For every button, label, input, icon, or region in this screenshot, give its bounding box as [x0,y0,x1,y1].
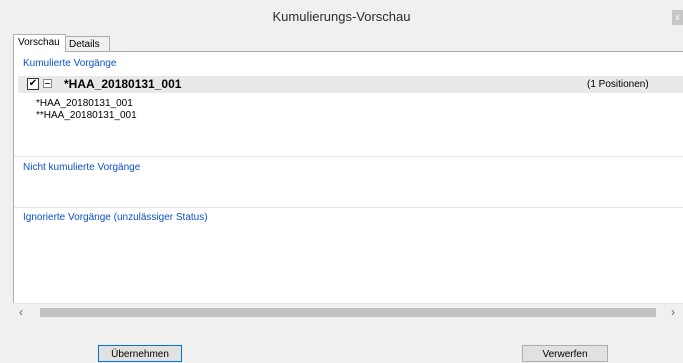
scroll-right-icon[interactable]: › [671,305,675,319]
preview-panel: Kumulierte Vorgänge ✔ *HAA_20180131_001 … [13,51,683,304]
tab-vorschau[interactable]: Vorschau [13,34,66,52]
discard-button[interactable]: Verwerfen [522,345,608,362]
list-item: **HAA_20180131_001 [36,110,137,121]
accept-button[interactable]: Übernehmen [98,345,182,362]
scroll-thumb[interactable] [40,308,656,317]
group-positions-count: (1 Positionen) [587,79,649,90]
section-divider [14,156,683,157]
group-name: *HAA_20180131_001 [64,77,182,91]
section-divider [14,207,683,208]
group-checkbox[interactable]: ✔ [27,78,39,90]
section-header-ignoriert: Ignorierte Vorgänge (unzulässiger Status… [23,212,208,223]
list-item: *HAA_20180131_001 [36,98,133,109]
tab-details[interactable]: Details [64,36,110,52]
title-bar: Kumulierungs-Vorschau x [0,0,683,32]
scroll-left-icon[interactable]: ‹ [19,305,23,319]
close-button[interactable]: x [672,10,683,25]
window-title: Kumulierungs-Vorschau [272,9,411,24]
section-header-kumuliert: Kumulierte Vorgänge [23,58,117,69]
collapse-icon[interactable] [43,79,52,88]
horizontal-scrollbar[interactable]: ‹ › [13,303,683,320]
section-header-nicht-kumuliert: Nicht kumulierte Vorgänge [23,162,141,173]
